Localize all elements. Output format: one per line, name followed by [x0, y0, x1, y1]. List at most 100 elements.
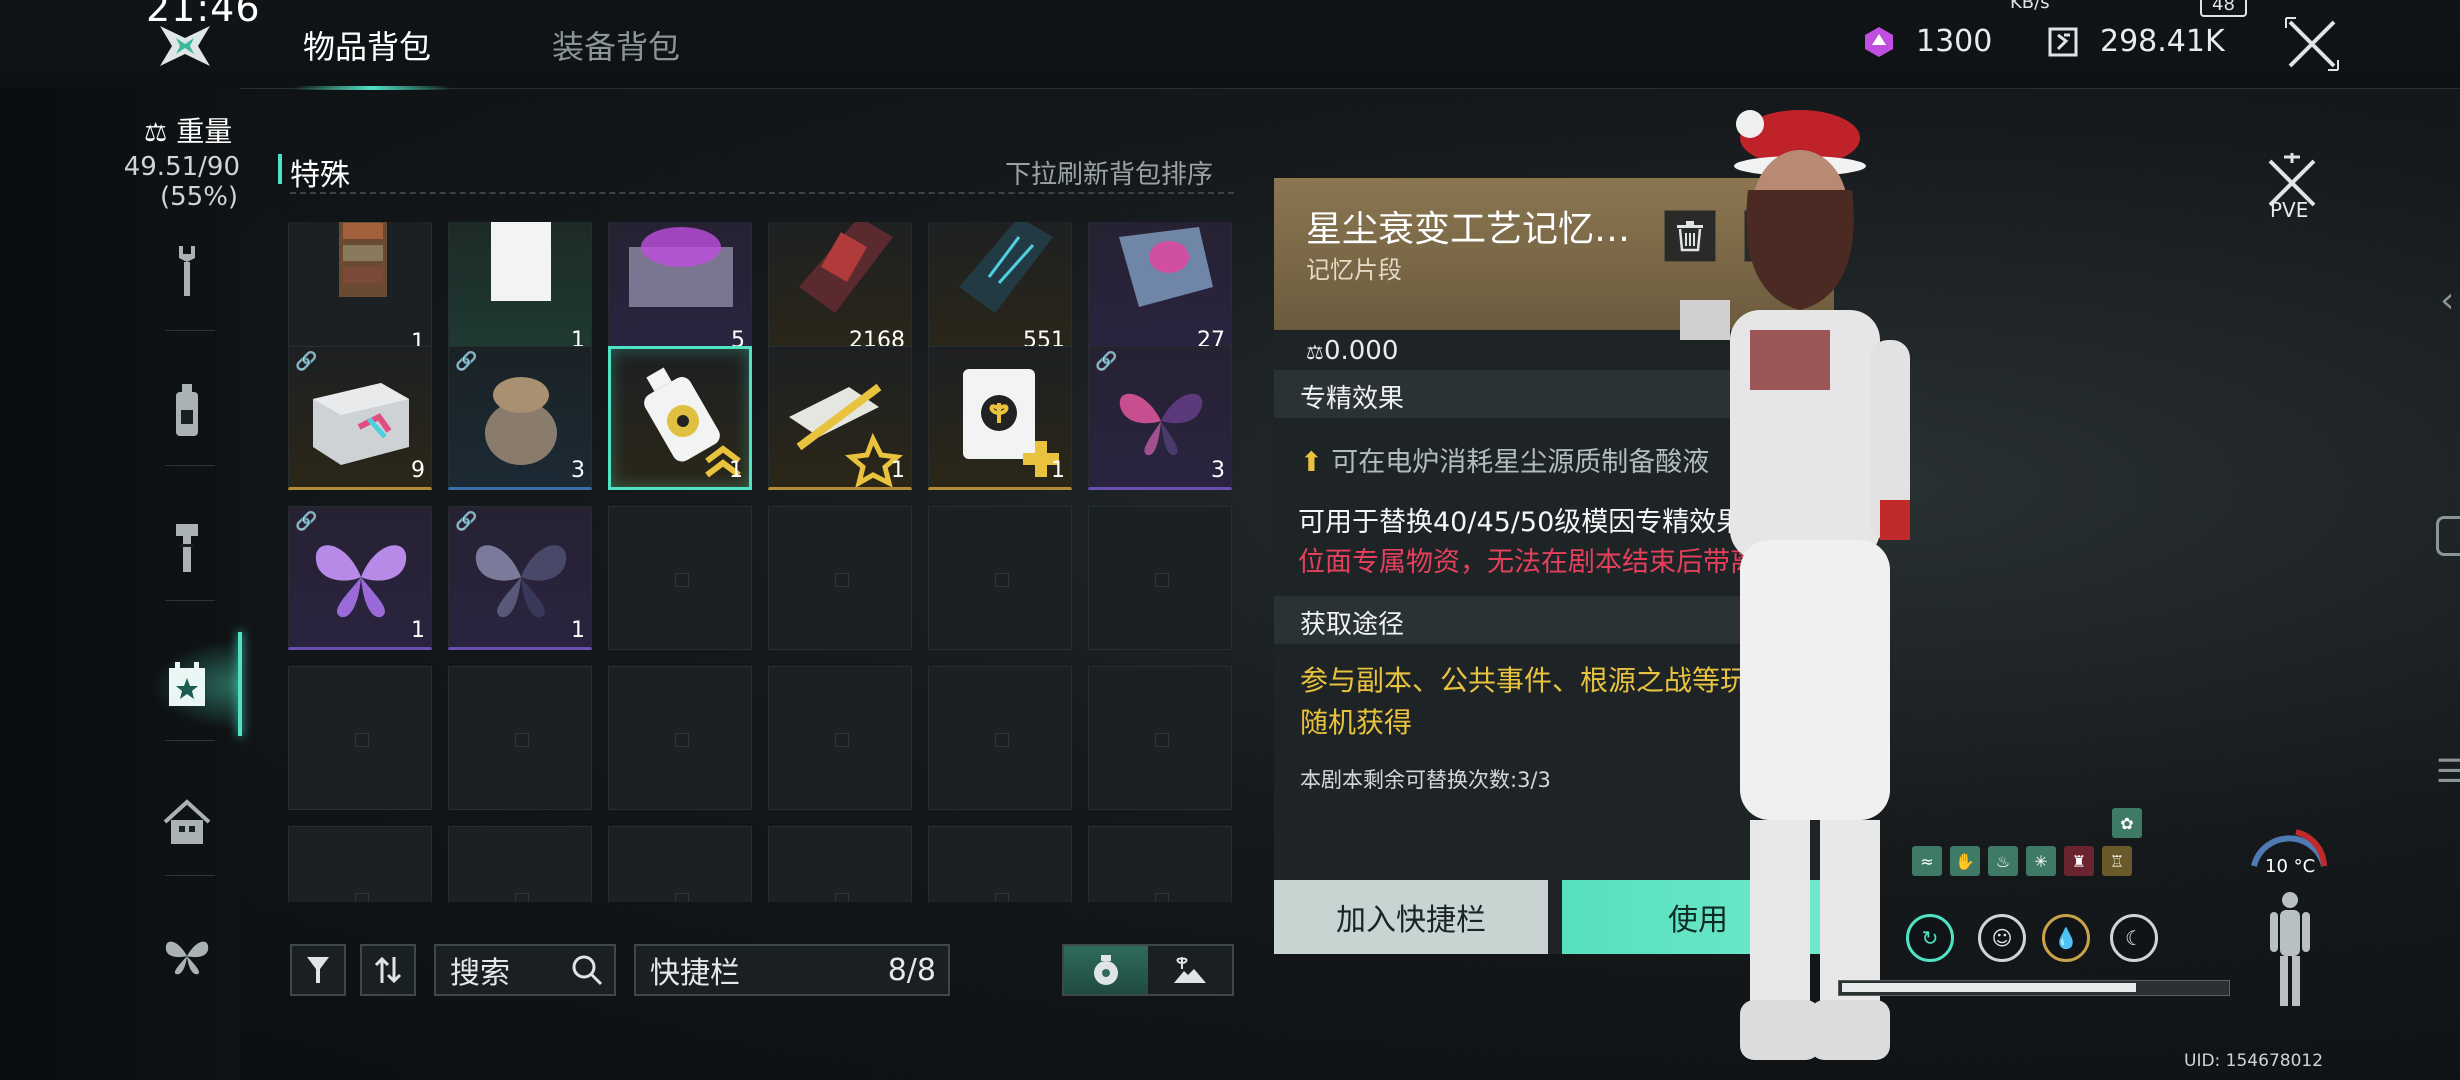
- item-title: 星尘衰变工艺记忆…: [1306, 209, 1631, 250]
- bag-toggle-inventory[interactable]: [1064, 946, 1148, 994]
- weight-label-text: 重量: [176, 115, 233, 148]
- bottle-icon: [176, 384, 198, 436]
- status-net: KB/s: [2010, 0, 2050, 13]
- inventory-slot-empty[interactable]: [608, 826, 752, 902]
- hunger-icon[interactable]: ☺: [1978, 914, 2026, 962]
- sort-icon: [374, 956, 402, 984]
- nav-divider: [165, 875, 215, 876]
- inventory-slot[interactable]: 1: [288, 222, 432, 360]
- inventory-slot[interactable]: 27: [1088, 222, 1232, 360]
- mood-icon[interactable]: ☾: [2110, 914, 2158, 962]
- item-count: 9: [411, 458, 425, 483]
- bag-toggle-island[interactable]: [1148, 946, 1232, 994]
- nav-materials[interactable]: [155, 516, 219, 580]
- buff-red-icon[interactable]: ♜: [2064, 846, 2094, 876]
- calendar-star-icon: [169, 662, 205, 706]
- inventory-slot-empty[interactable]: [448, 666, 592, 810]
- inventory-slot-empty[interactable]: [1088, 666, 1232, 810]
- item-subtitle: 记忆片段: [1306, 256, 1402, 284]
- inventory-slot[interactable]: 1: [768, 346, 912, 490]
- buff-hand-icon[interactable]: ✋: [1950, 846, 1980, 876]
- filter-icon: [307, 957, 329, 983]
- nav-special[interactable]: [155, 652, 219, 716]
- add-to-quickbar-button[interactable]: 加入快捷栏: [1274, 880, 1548, 954]
- buff-bug-icon[interactable]: ✿: [2112, 808, 2142, 838]
- tab-equipment-bag[interactable]: 装备背包: [552, 22, 680, 68]
- inventory-slot-empty[interactable]: [288, 666, 432, 810]
- item-weight: ⚖0.000: [1306, 336, 1398, 366]
- crystal-value: 1300: [1916, 24, 1993, 59]
- weight-icon: ⚖: [144, 118, 168, 148]
- inventory-slot-empty[interactable]: [608, 506, 752, 650]
- inventory-slot[interactable]: 551: [928, 222, 1072, 360]
- item-count: 1: [891, 458, 905, 483]
- inventory-slot-empty[interactable]: [768, 826, 912, 902]
- inventory-slot[interactable]: 🔗 3: [1088, 346, 1232, 490]
- buff-gold-icon[interactable]: ♖: [2102, 846, 2132, 876]
- pve-label: PVE: [2270, 198, 2309, 222]
- buff-star-icon[interactable]: ✳: [2026, 846, 2056, 876]
- inventory-slot-empty[interactable]: [448, 826, 592, 902]
- search-box[interactable]: 搜索: [434, 944, 616, 996]
- inventory-slot[interactable]: 🔗 3: [448, 346, 592, 490]
- butterfly-icon: [165, 941, 209, 975]
- inventory-slot-empty[interactable]: [928, 826, 1072, 902]
- quickbar-box[interactable]: 快捷栏 8/8: [634, 944, 950, 996]
- inventory-slot[interactable]: 🔗 1: [448, 506, 592, 650]
- nav-consumables[interactable]: [155, 378, 219, 442]
- inventory-slot-empty[interactable]: [1088, 826, 1232, 902]
- inventory-slot[interactable]: 1: [448, 222, 592, 360]
- stamina-bar-fill: [1842, 983, 2136, 992]
- filter-button[interactable]: [290, 944, 346, 996]
- inventory-slot-empty[interactable]: [928, 666, 1072, 810]
- inventory-slot-empty[interactable]: [768, 666, 912, 810]
- buff-wave-icon[interactable]: ≈: [1912, 846, 1942, 876]
- weight-percent: (55%): [160, 182, 239, 212]
- nav-tools[interactable]: [155, 240, 219, 304]
- inventory-slot[interactable]: 2168: [768, 222, 912, 360]
- inventory-slot[interactable]: 🔗 9: [288, 346, 432, 490]
- item-count: 3: [1211, 458, 1225, 483]
- nav-divider: [165, 600, 215, 601]
- weight-label: ⚖ 重量: [144, 110, 232, 150]
- inventory-slot-empty[interactable]: [768, 506, 912, 650]
- section-divider: [290, 192, 1234, 194]
- wrench-icon: [179, 246, 195, 296]
- inventory-slot[interactable]: 5: [608, 222, 752, 360]
- edge-arrow-icon[interactable]: ‹: [2440, 280, 2454, 321]
- island-icon: [1174, 957, 1206, 983]
- inventory-slot[interactable]: 🔗 1: [288, 506, 432, 650]
- close-icon[interactable]: [2282, 14, 2342, 74]
- tab-item-bag[interactable]: 物品背包: [292, 22, 452, 90]
- bag-icon: [1094, 955, 1118, 985]
- edge-tab-icon[interactable]: [2436, 516, 2460, 556]
- edge-menu-icon[interactable]: ☰: [2436, 752, 2460, 790]
- item-count: 1: [571, 618, 585, 643]
- coin-icon: [2048, 27, 2078, 56]
- inventory-slot-selected[interactable]: 1: [608, 346, 752, 490]
- nav-divider: [165, 740, 215, 741]
- bag-toggle[interactable]: [1062, 944, 1234, 996]
- hammer-icon: [176, 524, 198, 572]
- quickbar-label: 快捷栏: [650, 956, 740, 991]
- item-count: 1: [1051, 458, 1065, 483]
- sort-button[interactable]: [360, 944, 416, 996]
- inventory-slot-empty[interactable]: [1088, 506, 1232, 650]
- body-status-icon[interactable]: [2268, 890, 2312, 1010]
- search-label: 搜索: [450, 956, 510, 991]
- nav-butterfly[interactable]: [155, 924, 219, 988]
- temperature-value: 10 °C: [2265, 856, 2316, 877]
- inventory-slot-empty[interactable]: [608, 666, 752, 810]
- thirst-icon[interactable]: 💧: [2042, 914, 2090, 962]
- item-count: 1: [729, 458, 743, 483]
- inventory-slot[interactable]: 1: [928, 346, 1072, 490]
- nav-home[interactable]: [155, 790, 219, 854]
- buff-fire-icon[interactable]: ♨: [1988, 846, 2018, 876]
- search-icon: [572, 955, 603, 986]
- currency-coin: 298.41K: [2046, 24, 2225, 59]
- inventory-grid: 1 1 5 2168 551 27 🔗 9 🔗 3 1 1 1 🔗 3 🔗 1 …: [288, 222, 1238, 902]
- inventory-slot-empty[interactable]: [288, 826, 432, 902]
- stamina-icon[interactable]: ↻: [1906, 914, 1954, 962]
- inventory-slot-empty[interactable]: [928, 506, 1072, 650]
- nav-active-indicator: [238, 632, 242, 736]
